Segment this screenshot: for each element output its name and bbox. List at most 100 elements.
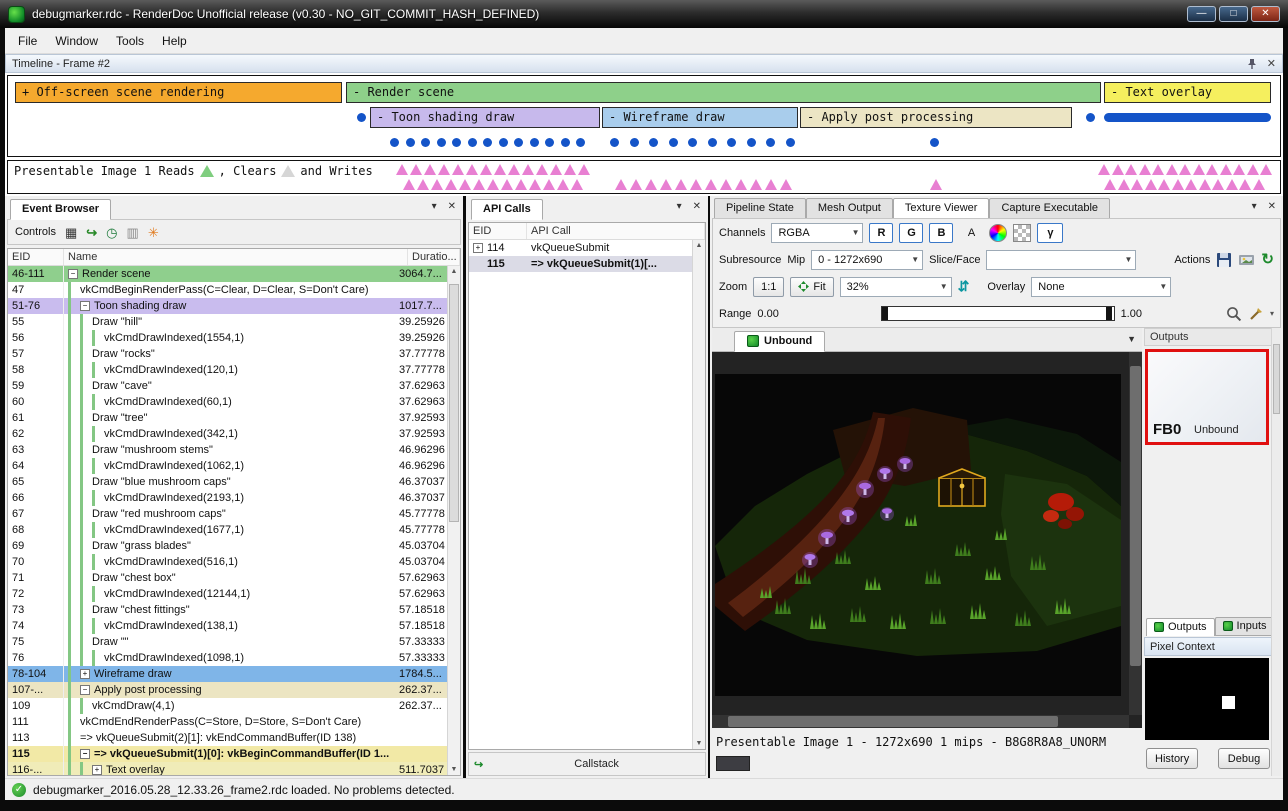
write-marker-triangle[interactable] xyxy=(660,179,672,190)
fb0-thumbnail[interactable]: FB0 Unbound xyxy=(1145,349,1269,445)
zoom-1to1-button[interactable]: 1:1 xyxy=(753,277,784,297)
write-marker-triangle[interactable] xyxy=(452,164,464,175)
write-marker-triangle[interactable] xyxy=(564,164,576,175)
fit-button[interactable]: Fit xyxy=(790,277,833,297)
event-row[interactable]: 55Draw "hill"39.25926 xyxy=(8,314,447,330)
checkerboard-icon[interactable] xyxy=(1013,224,1031,242)
draw-marker-dot[interactable] xyxy=(499,138,508,147)
write-marker-triangle[interactable] xyxy=(630,179,642,190)
write-marker-triangle[interactable] xyxy=(522,164,534,175)
refresh-icon[interactable]: ↻ xyxy=(1261,253,1274,266)
write-marker-triangle[interactable] xyxy=(424,164,436,175)
overlay-select[interactable]: None▼ xyxy=(1031,277,1171,297)
write-marker-triangle[interactable] xyxy=(571,179,583,190)
tab-texture-viewer[interactable]: Texture Viewer xyxy=(893,198,990,219)
range-slider[interactable] xyxy=(881,306,1115,321)
write-marker-triangle[interactable] xyxy=(1260,164,1272,175)
write-marker-triangle[interactable] xyxy=(487,179,499,190)
timeline-close-icon[interactable]: ✕ xyxy=(1267,57,1276,70)
write-marker-triangle[interactable] xyxy=(501,179,513,190)
write-marker-triangle[interactable] xyxy=(1247,164,1259,175)
write-marker-triangle[interactable] xyxy=(1206,164,1218,175)
channel-b-button[interactable]: B xyxy=(929,223,953,243)
tab-event-browser[interactable]: Event Browser xyxy=(10,199,111,220)
sliceface-select[interactable]: ▼ xyxy=(986,250,1136,270)
texture-tab-dropdown-icon[interactable]: ▼ xyxy=(1127,334,1136,344)
write-marker-triangle[interactable] xyxy=(1158,179,1170,190)
color-wheel-icon[interactable] xyxy=(989,224,1007,242)
event-row[interactable]: 113=> vkQueueSubmit(2)[1]: vkEndCommandB… xyxy=(8,730,447,746)
write-marker-triangle[interactable] xyxy=(1233,164,1245,175)
event-row[interactable]: 74vkCmdDrawIndexed(138,1)57.18518 xyxy=(8,618,447,634)
write-marker-triangle[interactable] xyxy=(1118,179,1130,190)
draw-marker-dot[interactable] xyxy=(483,138,492,147)
event-table-scrollbar[interactable]: ▲▼ xyxy=(447,266,460,775)
draw-marker-dot[interactable] xyxy=(610,138,619,147)
event-row[interactable]: 64vkCmdDrawIndexed(1062,1)46.96296 xyxy=(8,458,447,474)
texture-hscrollbar[interactable] xyxy=(712,715,1129,728)
texture-vscrollbar[interactable] xyxy=(1129,352,1142,715)
jump-eid-icon[interactable]: ↪ xyxy=(86,226,97,239)
tab-mesh-output[interactable]: Mesh Output xyxy=(806,198,893,219)
event-browser-close-icon[interactable]: ✕ xyxy=(448,201,456,212)
event-row[interactable]: 67Draw "red mushroom caps"45.77778 xyxy=(8,506,447,522)
collapse-icon[interactable]: − xyxy=(80,685,90,695)
right-dock-close-icon[interactable]: ✕ xyxy=(1268,201,1276,212)
write-marker-triangle[interactable] xyxy=(1179,164,1191,175)
write-marker-triangle[interactable] xyxy=(750,179,762,190)
merged-draw-marker-bar[interactable] xyxy=(1104,113,1271,122)
zoom-select[interactable]: 32%▼ xyxy=(840,277,952,297)
collapse-icon[interactable]: − xyxy=(80,301,90,311)
event-row[interactable]: 72vkCmdDrawIndexed(12144,1)57.62963 xyxy=(8,586,447,602)
write-marker-triangle[interactable] xyxy=(780,179,792,190)
event-row[interactable]: 47vkCmdBeginRenderPass(C=Clear, D=Clear,… xyxy=(8,282,447,298)
event-row[interactable]: 69Draw "grass blades"45.03704 xyxy=(8,538,447,554)
api-row-selected[interactable]: 115 => vkQueueSubmit(1)[... xyxy=(469,256,705,272)
draw-marker-dot[interactable] xyxy=(545,138,554,147)
api-calls-close-icon[interactable]: ✕ xyxy=(693,201,701,212)
gamma-button[interactable]: γ xyxy=(1037,223,1063,243)
pixel-context-view[interactable] xyxy=(1145,658,1269,740)
write-marker-triangle[interactable] xyxy=(1253,179,1265,190)
draw-marker-dot[interactable] xyxy=(786,138,795,147)
write-marker-triangle[interactable] xyxy=(494,164,506,175)
write-marker-triangle[interactable] xyxy=(1199,179,1211,190)
tab-outputs[interactable]: Outputs xyxy=(1146,618,1215,636)
write-marker-triangle[interactable] xyxy=(690,179,702,190)
write-marker-triangle[interactable] xyxy=(438,164,450,175)
timing-clock-icon[interactable]: ◷ xyxy=(106,226,117,239)
col-duration[interactable]: Duratio... xyxy=(408,249,460,265)
draw-marker-dot[interactable] xyxy=(1086,113,1095,122)
write-marker-triangle[interactable] xyxy=(529,179,541,190)
write-marker-triangle[interactable] xyxy=(480,164,492,175)
range-black-handle[interactable] xyxy=(882,307,888,320)
close-button[interactable]: ✕ xyxy=(1251,6,1280,22)
draw-marker-dot[interactable] xyxy=(930,138,939,147)
write-marker-triangle[interactable] xyxy=(417,179,429,190)
write-marker-triangle[interactable] xyxy=(1185,179,1197,190)
api-col-eid[interactable]: EID xyxy=(469,223,527,239)
texture-viewport[interactable] xyxy=(712,352,1142,728)
draw-marker-dot[interactable] xyxy=(630,138,639,147)
write-marker-triangle[interactable] xyxy=(735,179,747,190)
tab-capture-executable[interactable]: Capture Executable xyxy=(989,198,1110,219)
bookmark-star-icon[interactable]: ✳ xyxy=(148,226,159,239)
write-marker-triangle[interactable] xyxy=(1152,164,1164,175)
texture-image[interactable] xyxy=(715,374,1121,696)
draw-marker-dot[interactable] xyxy=(561,138,570,147)
timeline-section-bar[interactable]: + Off-screen scene rendering xyxy=(15,82,342,103)
timeline-section-bar[interactable]: - Wireframe draw xyxy=(602,107,798,128)
write-marker-triangle[interactable] xyxy=(1172,179,1184,190)
event-row[interactable]: 65Draw "blue mushroom caps"46.37037 xyxy=(8,474,447,490)
draw-marker-dot[interactable] xyxy=(688,138,697,147)
write-marker-triangle[interactable] xyxy=(1193,164,1205,175)
draw-marker-dot[interactable] xyxy=(649,138,658,147)
draw-marker-dot[interactable] xyxy=(530,138,539,147)
write-marker-triangle[interactable] xyxy=(515,179,527,190)
write-marker-triangle[interactable] xyxy=(473,179,485,190)
event-row[interactable]: 46-111−Render scene3064.7... xyxy=(8,266,447,282)
write-marker-triangle[interactable] xyxy=(1239,179,1251,190)
event-row[interactable]: 58vkCmdDrawIndexed(120,1)37.77778 xyxy=(8,362,447,378)
write-marker-triangle[interactable] xyxy=(1112,164,1124,175)
draw-marker-dot[interactable] xyxy=(406,138,415,147)
